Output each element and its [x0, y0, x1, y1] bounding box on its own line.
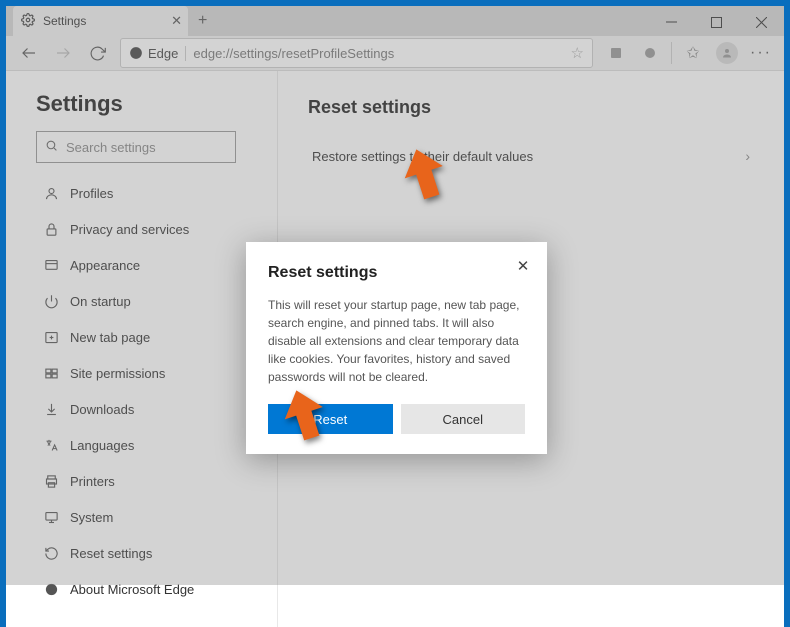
dialog-body: This will reset your startup page, new t… — [268, 296, 525, 386]
profile-avatar[interactable] — [710, 38, 744, 68]
divider — [671, 42, 672, 64]
close-icon[interactable]: ✕ — [513, 256, 533, 276]
sidebar-item-printers[interactable]: Printers — [36, 463, 261, 499]
sidebar-item-languages[interactable]: Languages — [36, 427, 261, 463]
search-placeholder: Search settings — [66, 140, 156, 155]
sidebar-title: Settings — [36, 91, 261, 117]
back-button[interactable] — [12, 36, 46, 70]
dialog-title: Reset settings — [268, 264, 525, 282]
sidebar-item-appearance[interactable]: Appearance — [36, 247, 261, 283]
address-field[interactable]: Edge edge://settings/resetProfileSetting… — [120, 38, 593, 68]
sidebar: Settings Search settings Profiles Privac… — [6, 71, 278, 627]
tab-settings[interactable]: Settings ✕ — [13, 6, 188, 36]
gear-icon — [21, 13, 35, 30]
sidebar-item-system[interactable]: System — [36, 499, 261, 535]
sidebar-item-reset[interactable]: Reset settings — [36, 535, 261, 571]
forward-button[interactable] — [46, 36, 80, 70]
sidebar-item-privacy[interactable]: Privacy and services — [36, 211, 261, 247]
annotation-arrow-2 — [281, 389, 329, 450]
star-icon[interactable]: ☆ — [571, 44, 584, 62]
system-icon — [40, 510, 62, 525]
toolbar-icon-2[interactable] — [633, 38, 667, 68]
refresh-button[interactable] — [80, 36, 114, 70]
search-input[interactable]: Search settings — [36, 131, 236, 163]
chevron-right-icon: › — [745, 148, 750, 164]
maximize-button[interactable] — [694, 6, 739, 38]
appearance-icon — [40, 258, 62, 273]
permissions-icon — [40, 366, 62, 381]
sidebar-item-downloads[interactable]: Downloads — [36, 391, 261, 427]
address-bar: Edge edge://settings/resetProfileSetting… — [6, 36, 784, 71]
sidebar-item-permissions[interactable]: Site permissions — [36, 355, 261, 391]
reset-icon — [40, 546, 62, 561]
sidebar-item-about[interactable]: About Microsoft Edge — [36, 571, 261, 607]
language-icon — [40, 438, 62, 453]
more-menu-button[interactable]: ··· — [744, 38, 778, 68]
url-text: edge://settings/resetProfileSettings — [193, 46, 570, 61]
tab-title: Settings — [43, 14, 86, 28]
page-title: Reset settings — [308, 97, 754, 118]
sidebar-item-profiles[interactable]: Profiles — [36, 175, 261, 211]
sidebar-item-startup[interactable]: On startup — [36, 283, 261, 319]
cancel-button[interactable]: Cancel — [401, 404, 526, 434]
close-tab-icon[interactable]: ✕ — [171, 13, 182, 29]
download-icon — [40, 402, 62, 417]
restore-settings-row[interactable]: Restore settings to their default values… — [308, 140, 754, 172]
edge-icon — [40, 582, 62, 597]
tab-bar: Settings ✕ + — [6, 6, 784, 36]
annotation-arrow-1 — [401, 148, 449, 209]
browser-brand: Edge — [148, 46, 178, 61]
favorites-star-icon[interactable]: ✩ — [676, 38, 710, 68]
toolbar-icon-1[interactable] — [599, 38, 633, 68]
minimize-button[interactable] — [649, 6, 694, 38]
close-window-button[interactable] — [739, 6, 784, 38]
search-icon — [45, 139, 58, 155]
power-icon — [40, 294, 62, 309]
newtab-icon — [40, 330, 62, 345]
profile-icon — [40, 186, 62, 201]
printer-icon — [40, 474, 62, 489]
sidebar-item-newtab[interactable]: New tab page — [36, 319, 261, 355]
new-tab-button[interactable]: + — [188, 6, 217, 36]
lock-icon — [40, 222, 62, 237]
